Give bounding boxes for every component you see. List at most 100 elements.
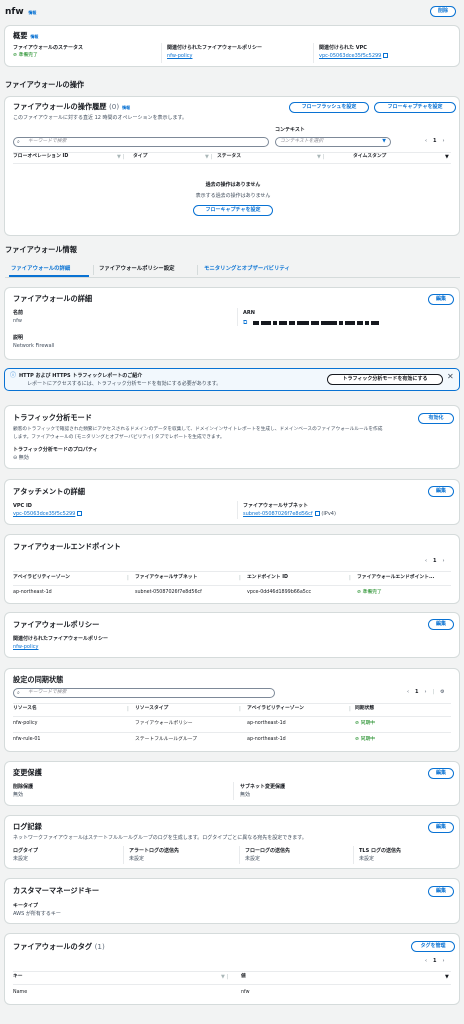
endpoints-card: ファイアウォールエンドポイント ‹ 1 › アベイラビリティーゾーン | ファイアウ… bbox=[4, 534, 460, 604]
context-select[interactable]: コンテキストを選択 ▼ bbox=[275, 137, 391, 147]
name-label: 名前 bbox=[13, 310, 24, 316]
info-link[interactable]: 情報 bbox=[28, 10, 36, 15]
flow-flush-button[interactable]: フローフラッシュを設定 bbox=[289, 102, 369, 113]
info-link[interactable]: 情報 bbox=[122, 105, 130, 110]
info-link[interactable]: 情報 bbox=[30, 34, 38, 39]
page-title: nfw bbox=[5, 7, 24, 17]
protection-title: 変更保護 bbox=[13, 768, 42, 777]
sync-search-input[interactable]: ⌕ キーワードで検索 bbox=[13, 688, 275, 698]
logging-card: ログ記録 編集 ネットワークファイアウォールはステートフルルールグループのログを… bbox=[4, 815, 460, 869]
delete-button[interactable]: 削除 bbox=[430, 6, 456, 17]
col-key[interactable]: キー bbox=[13, 974, 23, 980]
details-edit-button[interactable]: 編集 bbox=[428, 294, 454, 305]
sync-card: 設定の同期状態 ⌕ キーワードで検索 ‹ 1 › | ⚙ リソース名 | リソースタイプ … bbox=[4, 668, 460, 752]
tabs: ファイアウォールの詳細 ファイアウォールポリシー設定 モニタリングとオブザーバビ… bbox=[5, 262, 460, 278]
tab-monitoring[interactable]: モニタリングとオブザーバビリティ bbox=[204, 266, 290, 273]
col-sync-az: アベイラビリティーゾーン bbox=[247, 706, 304, 711]
endpoint-status: ⊘ 準備完了 bbox=[357, 590, 382, 595]
sync-pagination[interactable]: ‹ 1 › | ⚙ bbox=[407, 689, 445, 696]
policy-edit-button[interactable]: 編集 bbox=[428, 619, 454, 630]
alert-text: レポートにアクセスするには、トラフィック分析モードを有効にする必要があります。 bbox=[27, 381, 222, 387]
empty-flow-capture-button[interactable]: フローキャプチャを設定 bbox=[193, 205, 273, 216]
page-header: nfw 情報 bbox=[5, 6, 36, 18]
ops-search-input[interactable]: ⌕ キーワードで検索 bbox=[13, 137, 269, 147]
attach-subnet-link[interactable]: subnet-05087026f7e8d56cf bbox=[243, 511, 313, 517]
policy-card: ファイアウォールポリシー 編集 関連付けられたファイアウォールポリシー nfw-… bbox=[4, 612, 460, 658]
log-type-label: ログタイプ bbox=[13, 848, 39, 854]
attachment-card: アタッチメントの詳細 編集 VPC ID vpc-05063dce35f5c52… bbox=[4, 479, 460, 525]
disabled-icon: ⊖ bbox=[13, 455, 18, 461]
key-type-label: キータイプ bbox=[13, 903, 39, 909]
tag-value: nfw bbox=[241, 990, 250, 995]
tab-details[interactable]: ファイアウォールの詳細 bbox=[11, 266, 70, 273]
attach-vpc-label: VPC ID bbox=[13, 503, 32, 509]
traffic-card: トラフィック分析モード 有効化 顧客のトラフィックで確認された頻繁にアクセスされ… bbox=[4, 405, 460, 469]
desc-value: Network Firewall bbox=[13, 343, 55, 349]
external-link-icon bbox=[314, 511, 320, 516]
empty-desc: 表示する過去の操作はありません bbox=[195, 193, 271, 199]
col-status[interactable]: ステータス bbox=[217, 154, 241, 160]
vpc-label: 関連付けられた VPC bbox=[319, 45, 367, 51]
logging-desc: ネットワークファイアウォールはステートフルルールグループのログを生成します。ログ… bbox=[13, 835, 307, 841]
ops-card: ファイアウォールの操作履歴 (0) 情報 フローフラッシュを設定 フローキャプチャ… bbox=[4, 96, 460, 236]
col-resource-name: リソース名 bbox=[13, 706, 37, 711]
col-resource-type: リソースタイプ bbox=[135, 706, 169, 711]
copy-icon[interactable]: ⧉ bbox=[243, 319, 247, 327]
vpc-link[interactable]: vpc-05063dce35f5c5299 bbox=[319, 53, 381, 59]
flow-log-label: フローログの送信先 bbox=[245, 848, 291, 854]
check-circle-icon: ⊘ bbox=[13, 53, 18, 58]
sync-row-name: nfw-policy bbox=[13, 721, 38, 726]
endpoints-pagination[interactable]: ‹ 1 › bbox=[425, 558, 444, 565]
col-flow-op-id[interactable]: フローオペレーション ID bbox=[13, 154, 68, 160]
logging-title: ログ記録 bbox=[13, 822, 42, 831]
flow-capture-button[interactable]: フローキャプチャを設定 bbox=[374, 102, 456, 113]
policy-assoc-link[interactable]: nfw-policy bbox=[13, 644, 38, 651]
ops-pagination[interactable]: ‹ 1 › bbox=[425, 138, 444, 145]
next-page-icon: › bbox=[442, 138, 445, 144]
sync-row-state: ⊘ 同期中 bbox=[355, 721, 375, 726]
traffic-title: トラフィック分析モード bbox=[13, 413, 92, 422]
col-subnet: ファイアウォールサブネット bbox=[135, 575, 198, 580]
delete-protection-value: 無効 bbox=[13, 792, 24, 798]
col-az: アベイラビリティーゾーン bbox=[13, 575, 70, 580]
policy-link[interactable]: nfw-policy bbox=[167, 53, 192, 60]
name-value: nfw bbox=[13, 318, 22, 324]
endpoint-id: vpce-0dd46d1899b66a5cc bbox=[247, 590, 312, 595]
col-type[interactable]: タイプ bbox=[133, 154, 147, 160]
flow-log-value: 未設定 bbox=[245, 856, 261, 862]
ops-desc: このファイアウォールに対する直近 12 時間のオペレーションを表示します。 bbox=[13, 115, 187, 121]
prev-page-icon: ‹ bbox=[425, 138, 427, 144]
close-icon[interactable]: ✕ bbox=[447, 372, 454, 383]
col-timestamp[interactable]: タイムスタンプ bbox=[353, 154, 386, 160]
traffic-prop-label: トラフィック分析モードのプロパティ bbox=[13, 447, 98, 453]
endpoint-az: ap-northeast-1d bbox=[13, 590, 52, 595]
settings-gear-icon: ⚙ bbox=[440, 689, 445, 695]
search-icon: ⌕ bbox=[17, 139, 20, 145]
check-circle-icon: ⊘ bbox=[355, 721, 360, 726]
tls-log-value: 未設定 bbox=[359, 856, 375, 862]
overview-card: 概要 情報 ファイアウォールのステータス ⊘ 準備完了 関連付けられたファイアウォ… bbox=[4, 25, 460, 67]
enable-traffic-analysis-button[interactable]: トラフィック分析モードを有効にする bbox=[327, 374, 443, 385]
attachment-edit-button[interactable]: 編集 bbox=[428, 486, 454, 497]
info-section-title: ファイアウォール情報 bbox=[5, 245, 77, 254]
protection-card: 変更保護 編集 削除保護 無効 サブネット変更保護 無効 bbox=[4, 761, 460, 806]
manage-tags-button[interactable]: タグを管理 bbox=[411, 941, 455, 952]
kms-edit-button[interactable]: 編集 bbox=[428, 886, 454, 897]
kms-card: カスタマーマネージドキー 編集 キータイプ AWS が所有するキー bbox=[4, 878, 460, 924]
protection-edit-button[interactable]: 編集 bbox=[428, 768, 454, 779]
alert-title: HTTP および HTTPS トラフィックレポートのご紹介 bbox=[19, 373, 143, 379]
tags-pagination[interactable]: ‹ 1 › bbox=[425, 958, 444, 965]
ops-section-title: ファイアウォールの操作 bbox=[5, 80, 85, 89]
tags-card: ファイアウォールのタグ (1) タグを管理 ‹ 1 › キー ▼ | 値 ▼ Nam… bbox=[4, 933, 460, 1005]
enable-button[interactable]: 有効化 bbox=[418, 413, 454, 424]
attach-vpc-link[interactable]: vpc-05063dce35f5c5299 bbox=[13, 511, 75, 517]
traffic-prop-value: ⊖ 無効 bbox=[13, 455, 29, 461]
tls-log-label: TLS ログの送信先 bbox=[359, 848, 401, 854]
col-sync-state: 同期状態 bbox=[355, 706, 375, 711]
tab-policy-settings[interactable]: ファイアウォールポリシー設定 bbox=[99, 266, 174, 273]
subnet-protection-label: サブネット変更保護 bbox=[240, 784, 286, 790]
col-value[interactable]: 値 bbox=[241, 974, 246, 980]
logging-edit-button[interactable]: 編集 bbox=[428, 822, 454, 833]
ops-title: ファイアウォールの操作履歴 bbox=[13, 102, 107, 111]
attachment-title: アタッチメントの詳細 bbox=[13, 487, 85, 496]
